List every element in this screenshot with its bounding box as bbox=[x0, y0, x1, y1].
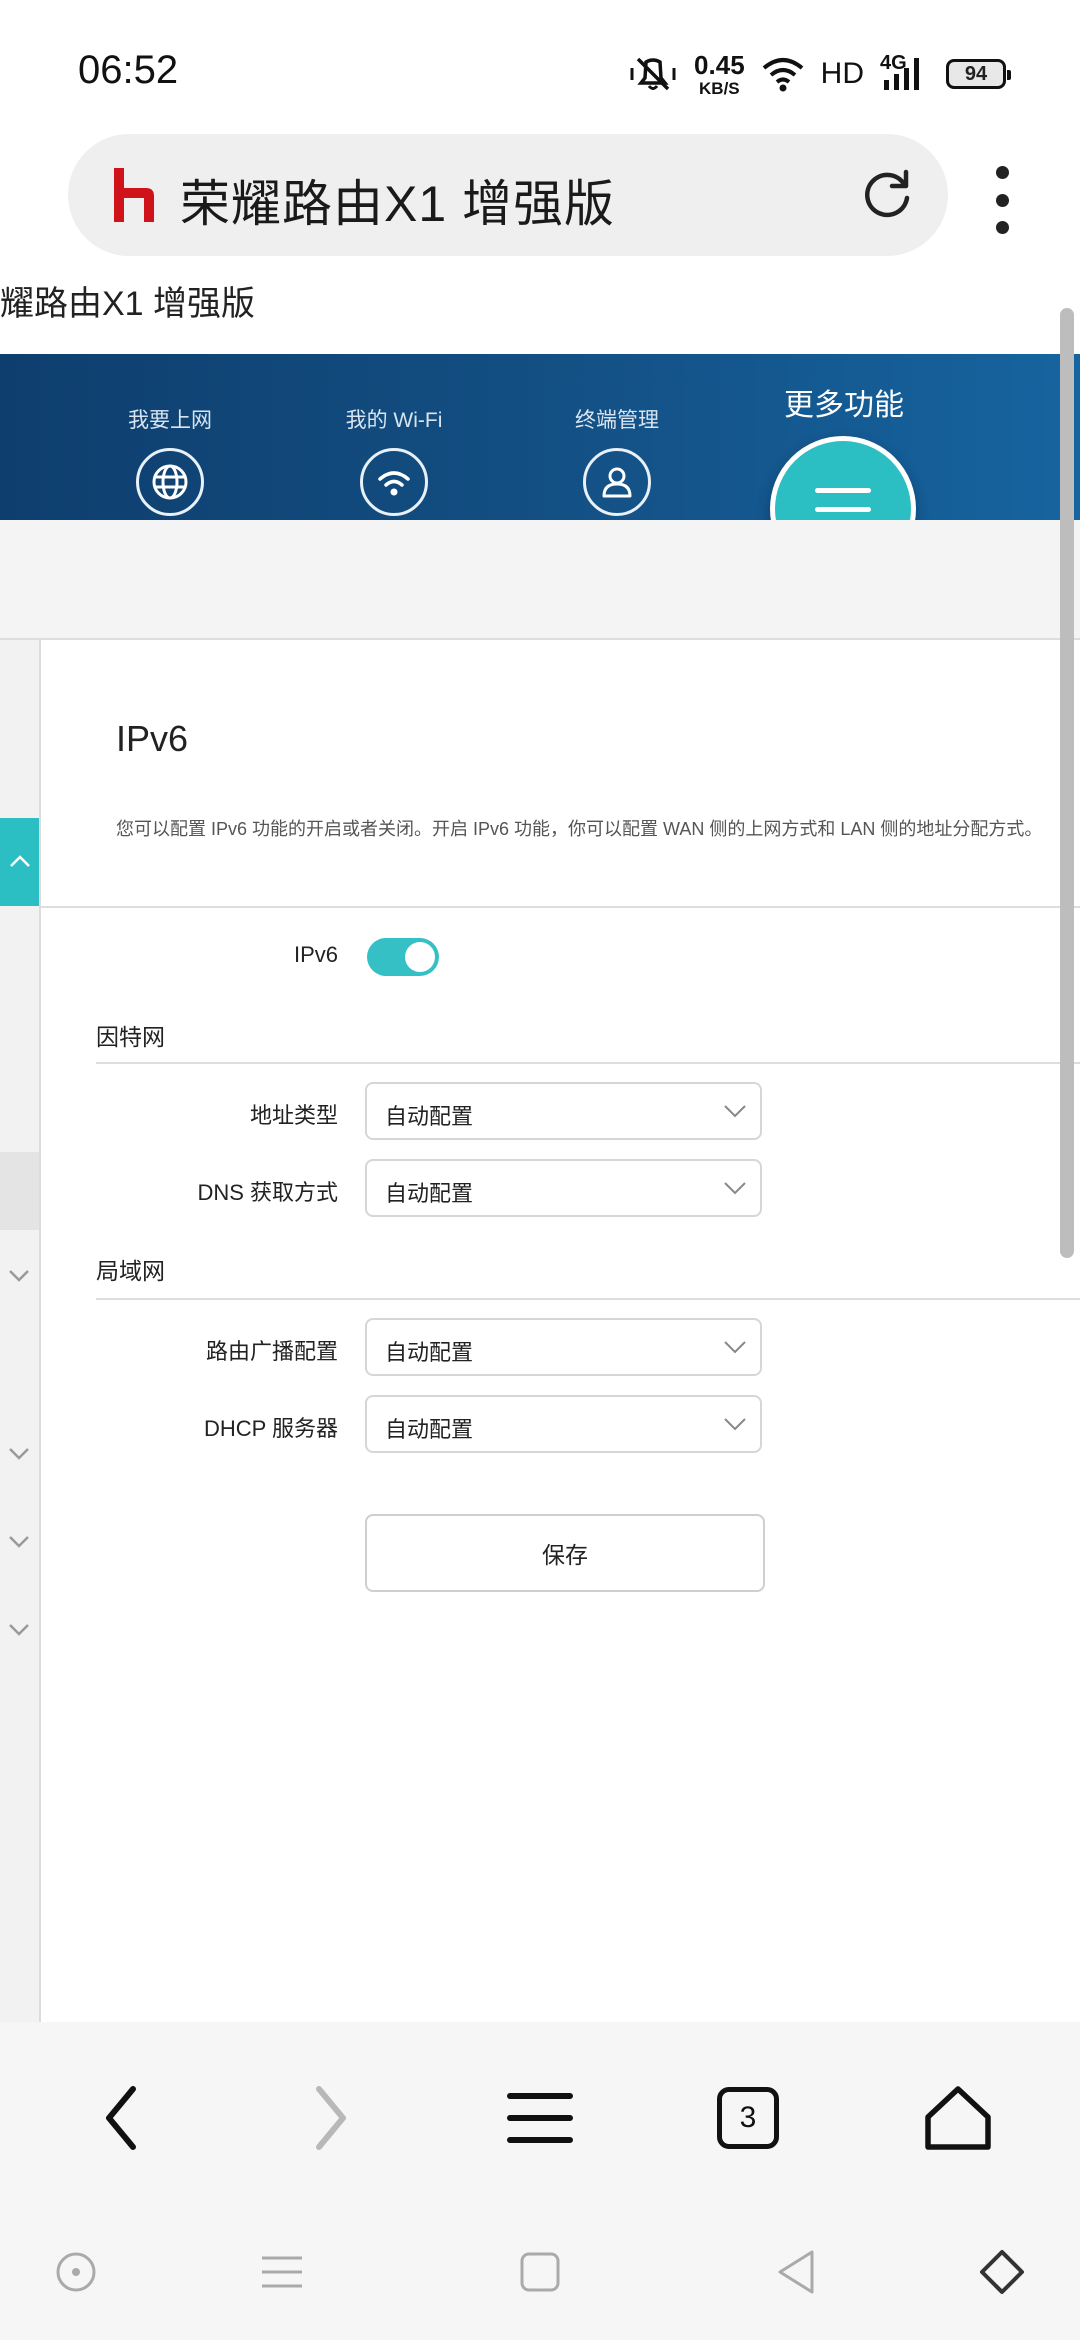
site-logo-icon bbox=[114, 168, 154, 222]
globe-icon bbox=[136, 448, 204, 516]
internet-group-title: 因特网 bbox=[96, 1024, 165, 1050]
sub-header bbox=[0, 520, 1080, 640]
recents-button[interactable] bbox=[252, 2242, 312, 2302]
chevron-down-icon bbox=[724, 1105, 746, 1118]
address-title: 荣耀路由X1 增强版 bbox=[180, 176, 616, 232]
divider bbox=[41, 906, 1080, 908]
battery-icon: 94 bbox=[946, 59, 1011, 89]
system-nav-bar bbox=[0, 2212, 1080, 2340]
nav-wifi[interactable]: 我的 Wi-Fi bbox=[294, 404, 494, 516]
chevron-down-icon[interactable] bbox=[6, 1528, 32, 1554]
address-bar[interactable]: 荣耀路由X1 增强版 bbox=[68, 134, 948, 256]
nav-internet[interactable]: 我要上网 bbox=[70, 404, 270, 516]
menu-button[interactable] bbox=[500, 2078, 580, 2158]
address-type-select[interactable]: 自动配置 bbox=[365, 1082, 762, 1140]
router-header: 我要上网 我的 Wi-Fi 终端管理 bbox=[0, 354, 1080, 520]
dhcp-label: DHCP 服务器 bbox=[203, 1416, 338, 1441]
circle-dot-icon bbox=[56, 2252, 96, 2292]
more-menu-icon[interactable] bbox=[978, 160, 1026, 240]
wifi-icon bbox=[762, 58, 803, 92]
mute-icon bbox=[630, 57, 676, 91]
tabs-count: 3 bbox=[717, 2087, 779, 2149]
side-menu-item[interactable] bbox=[0, 1152, 39, 1230]
list-icon bbox=[262, 2256, 302, 2288]
address-type-label: 地址类型 bbox=[249, 1103, 338, 1128]
menu-icon bbox=[507, 2093, 573, 2143]
hd-indicator: HD bbox=[820, 57, 864, 90]
status-bar: 06:52 0.45 KB/S HD 4G 94 bbox=[0, 0, 1080, 130]
square-icon bbox=[520, 2252, 560, 2292]
page-scrollbar[interactable] bbox=[1060, 308, 1074, 1258]
nav-wifi-label: 我的 Wi-Fi bbox=[345, 409, 443, 432]
home-button[interactable] bbox=[918, 2078, 998, 2158]
status-time: 06:52 bbox=[78, 48, 179, 92]
chevron-down-icon[interactable] bbox=[6, 1440, 32, 1466]
nav-devices-label: 终端管理 bbox=[575, 409, 659, 432]
page-title: 荣耀路由X1 增强版 bbox=[0, 285, 256, 323]
chevron-up-icon bbox=[9, 855, 30, 867]
back-arrow-icon bbox=[106, 2086, 136, 2150]
wifi-icon bbox=[360, 448, 428, 516]
user-icon bbox=[583, 448, 651, 516]
section-title: IPv6 bbox=[116, 718, 189, 759]
forward-button[interactable] bbox=[290, 2078, 370, 2158]
route-adv-label: 路由广播配置 bbox=[205, 1339, 338, 1364]
signal-icon: 4G bbox=[880, 52, 930, 94]
chevron-down-icon bbox=[724, 1418, 746, 1431]
chevron-down-icon[interactable] bbox=[6, 1262, 32, 1288]
assistant-button[interactable] bbox=[46, 2242, 106, 2302]
network-speed: 0.45 KB/S bbox=[694, 49, 745, 98]
chevron-down-icon bbox=[724, 1341, 746, 1354]
chevron-down-icon[interactable] bbox=[6, 1616, 32, 1642]
divider bbox=[96, 1062, 1080, 1064]
more-features-label: 更多功能 bbox=[784, 389, 904, 422]
tabs-button[interactable]: 3 bbox=[708, 2078, 788, 2158]
lan-group-title: 局域网 bbox=[96, 1258, 165, 1284]
browser-toolbar: 3 bbox=[0, 2022, 1080, 2212]
save-button[interactable]: 保存 bbox=[365, 1514, 765, 1592]
chevron-down-icon bbox=[724, 1182, 746, 1195]
rotate-icon bbox=[980, 2250, 1024, 2294]
dhcp-select[interactable]: 自动配置 bbox=[365, 1395, 762, 1453]
nav-devices[interactable]: 终端管理 bbox=[517, 404, 717, 516]
triangle-back-icon bbox=[778, 2250, 814, 2294]
status-icons: 0.45 KB/S HD 4G 94 bbox=[628, 49, 1011, 98]
reload-icon[interactable] bbox=[858, 166, 916, 224]
home-nav-button[interactable] bbox=[510, 2242, 570, 2302]
dns-label: DNS 获取方式 bbox=[197, 1180, 338, 1205]
home-icon bbox=[925, 2086, 991, 2150]
side-menu-active-item[interactable] bbox=[0, 818, 39, 906]
back-nav-button[interactable] bbox=[766, 2242, 826, 2302]
dns-select[interactable]: 自动配置 bbox=[365, 1159, 762, 1217]
back-button[interactable] bbox=[82, 2078, 162, 2158]
ipv6-toggle[interactable] bbox=[367, 938, 439, 976]
route-adv-select[interactable]: 自动配置 bbox=[365, 1318, 762, 1376]
ipv6-label: IPv6 bbox=[293, 942, 338, 967]
divider bbox=[96, 1298, 1080, 1300]
rotate-button[interactable] bbox=[972, 2242, 1032, 2302]
forward-arrow-icon bbox=[316, 2086, 346, 2150]
section-description: 您可以配置 IPv6 功能的开启或者关闭。开启 IPv6 功能，你可以配置 WA… bbox=[116, 819, 1043, 839]
nav-internet-label: 我要上网 bbox=[128, 409, 212, 432]
